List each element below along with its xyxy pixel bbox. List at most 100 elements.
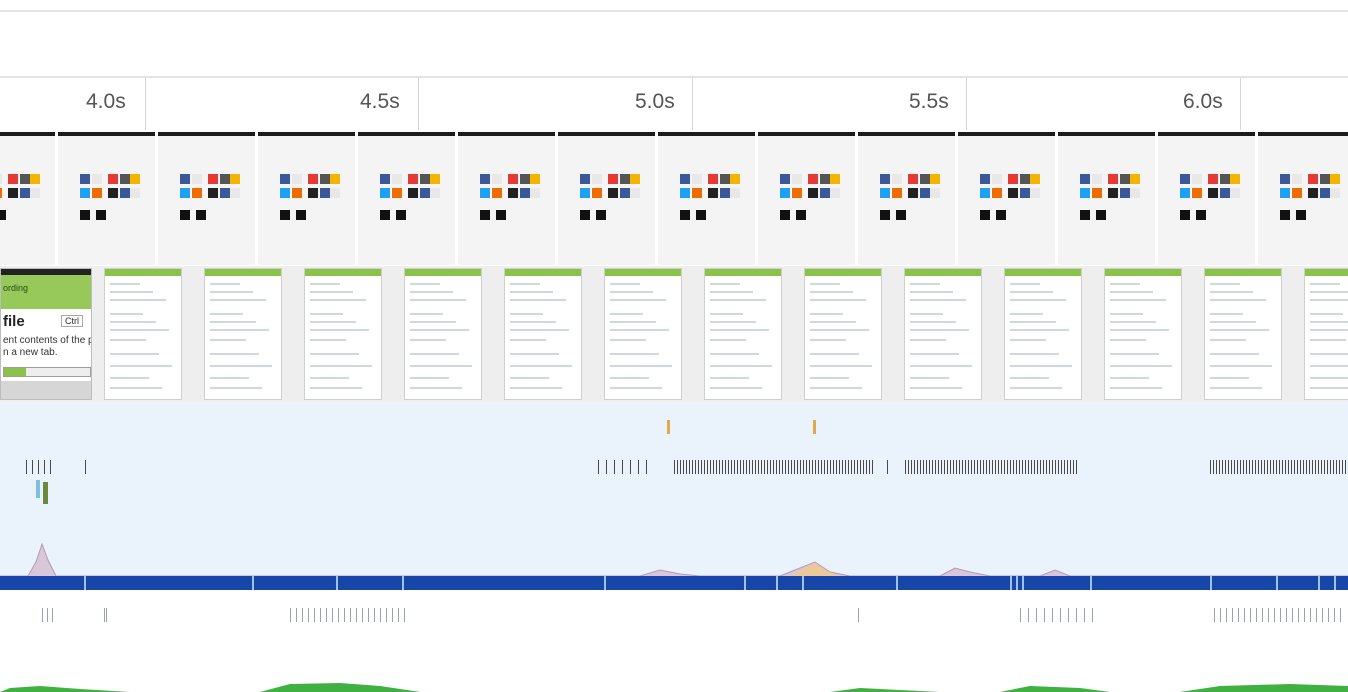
screenshot-strip[interactable] [0, 266, 1348, 402]
task-marker[interactable] [1064, 460, 1065, 474]
task-marker[interactable] [858, 608, 859, 622]
task-marker[interactable] [296, 608, 297, 622]
task-marker[interactable] [362, 608, 363, 622]
task-marker[interactable] [959, 460, 960, 474]
task-marker[interactable] [794, 460, 795, 474]
task-marker[interactable] [106, 608, 107, 622]
task-marker[interactable] [1282, 460, 1283, 474]
task-marker[interactable] [42, 608, 43, 622]
task-marker[interactable] [953, 460, 954, 474]
task-marker[interactable] [674, 460, 675, 474]
task-marker[interactable] [320, 608, 321, 622]
task-marker[interactable] [824, 460, 825, 474]
task-marker[interactable] [85, 460, 86, 474]
filmstrip-frame[interactable] [758, 132, 855, 265]
task-marker[interactable] [854, 460, 855, 474]
timeline-ruler[interactable]: 4.0s 4.5s 5.0s 5.5s 6.0s [0, 78, 1348, 130]
task-marker[interactable] [788, 460, 789, 474]
page-screenshot[interactable] [1204, 268, 1282, 400]
task-marker[interactable] [32, 460, 33, 474]
task-marker[interactable] [1330, 460, 1331, 474]
page-screenshot[interactable] [1104, 268, 1182, 400]
task-marker[interactable] [764, 460, 765, 474]
task-marker[interactable] [809, 460, 810, 474]
task-marker[interactable] [743, 460, 744, 474]
task-marker[interactable] [677, 460, 678, 474]
task-marker[interactable] [722, 460, 723, 474]
task-marker[interactable] [974, 460, 975, 474]
task-marker[interactable] [830, 460, 831, 474]
task-marker[interactable] [1058, 460, 1059, 474]
task-marker[interactable] [1040, 460, 1041, 474]
task-marker[interactable] [344, 608, 345, 622]
task-marker[interactable] [797, 460, 798, 474]
task-marker[interactable] [698, 460, 699, 474]
task-marker[interactable] [851, 460, 852, 474]
filmstrip-frames[interactable] [0, 132, 1348, 265]
event-marker[interactable] [43, 482, 48, 504]
task-marker[interactable] [803, 460, 804, 474]
event-marker[interactable] [36, 480, 40, 498]
task-marker[interactable] [683, 460, 684, 474]
task-marker[interactable] [1273, 460, 1274, 474]
task-marker[interactable] [314, 608, 315, 622]
filmstrip-frame[interactable] [658, 132, 755, 265]
task-marker[interactable] [1061, 460, 1062, 474]
filmstrip-frame[interactable] [158, 132, 255, 265]
task-marker[interactable] [1322, 608, 1323, 622]
task-marker[interactable] [1243, 460, 1244, 474]
task-marker[interactable] [1210, 460, 1211, 474]
filmstrip-frame[interactable] [458, 132, 555, 265]
task-marker[interactable] [380, 608, 381, 622]
task-marker[interactable] [638, 460, 639, 474]
task-marker[interactable] [1315, 460, 1316, 474]
task-marker[interactable] [689, 460, 690, 474]
task-marker[interactable] [1001, 460, 1002, 474]
task-marker[interactable] [1312, 460, 1313, 474]
task-marker[interactable] [944, 460, 945, 474]
event-marker[interactable] [667, 420, 670, 434]
task-marker[interactable] [926, 460, 927, 474]
task-marker[interactable] [908, 460, 909, 474]
task-marker[interactable] [773, 460, 774, 474]
task-marker[interactable] [905, 460, 906, 474]
task-marker[interactable] [1068, 608, 1069, 622]
task-marker[interactable] [734, 460, 735, 474]
task-marker[interactable] [938, 460, 939, 474]
task-marker[interactable] [785, 460, 786, 474]
task-marker[interactable] [1222, 460, 1223, 474]
task-marker[interactable] [977, 460, 978, 474]
task-marker[interactable] [290, 608, 291, 622]
page-screenshot[interactable] [904, 268, 982, 400]
task-marker[interactable] [989, 460, 990, 474]
task-marker[interactable] [1339, 460, 1340, 474]
task-marker[interactable] [932, 460, 933, 474]
task-marker[interactable] [755, 460, 756, 474]
task-marker[interactable] [1333, 460, 1334, 474]
task-marker[interactable] [725, 460, 726, 474]
task-marker[interactable] [713, 460, 714, 474]
task-marker[interactable] [1052, 608, 1053, 622]
task-marker[interactable] [695, 460, 696, 474]
task-marker[interactable] [1240, 460, 1241, 474]
task-marker[interactable] [622, 460, 623, 474]
task-marker[interactable] [1258, 460, 1259, 474]
task-marker[interactable] [1219, 460, 1220, 474]
task-marker[interactable] [52, 608, 53, 622]
task-marker[interactable] [827, 460, 828, 474]
task-marker[interactable] [869, 460, 870, 474]
task-marker[interactable] [392, 608, 393, 622]
task-marker[interactable] [1255, 460, 1256, 474]
task-marker[interactable] [1267, 460, 1268, 474]
task-marker[interactable] [887, 460, 888, 474]
task-marker[interactable] [746, 460, 747, 474]
filmstrip-frame[interactable] [1258, 132, 1348, 265]
task-marker[interactable] [752, 460, 753, 474]
task-marker[interactable] [1324, 460, 1325, 474]
task-marker[interactable] [374, 608, 375, 622]
task-marker[interactable] [779, 460, 780, 474]
task-marker[interactable] [995, 460, 996, 474]
task-marker[interactable] [860, 460, 861, 474]
task-marker[interactable] [914, 460, 915, 474]
task-marker[interactable] [1020, 608, 1021, 622]
